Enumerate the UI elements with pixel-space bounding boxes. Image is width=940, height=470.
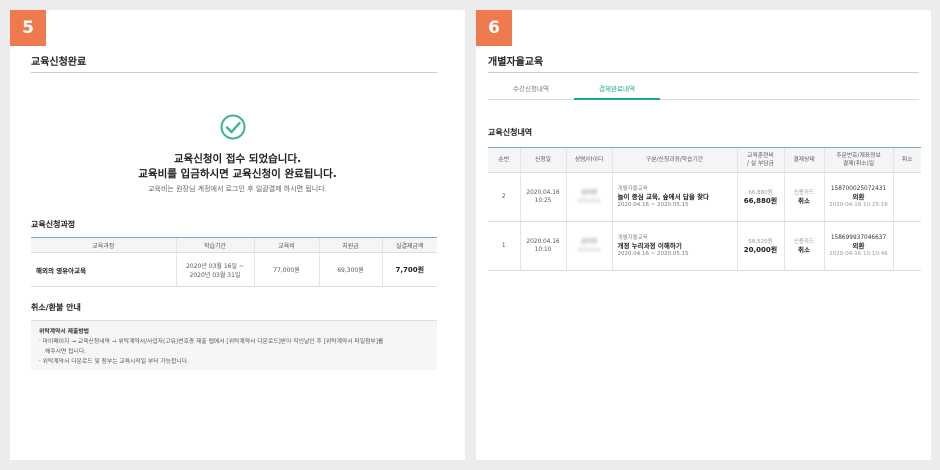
period-start: 2020년 03월 16일 ~ [186, 262, 244, 270]
fee-original: 66,880원 [748, 190, 773, 196]
col-actual: 실결제금액 [381, 237, 437, 253]
user-id-blurred: ahyoung [578, 247, 600, 253]
panel-self-learning: 6 개별자율교육 수강신청내역 결제완료내역 교육신청내역 순번 신청일 성명/… [476, 10, 931, 460]
cell-support: 69,300원 [318, 252, 382, 287]
user-name-blurred: 김아영 [581, 239, 597, 245]
col-fee-line1: 교육훈련비 [747, 153, 774, 159]
refund-line: · 위탁계약서 다운로드 및 첨부는 교육시작일 부터 가능합니다. [39, 359, 189, 365]
col-cancel: 취소 [892, 147, 921, 173]
applications-table: 순번 신청일 성명/아이디 구분/신청과정/학습기간 교육훈련비 / 실 부담금… [488, 147, 921, 271]
col-order: 주문번호/계좌정보 결제(취소)일 [823, 147, 893, 173]
payment-state: 취소 [798, 197, 810, 205]
page-title: 교육신청완료 [31, 57, 87, 68]
date-value: 2020.04.16 [526, 190, 560, 196]
course-name[interactable]: 놀이 중심 교육, 숲에서 답을 찾다 [618, 193, 737, 201]
application-table: 교육과정 학습기간 교육비 지원금 실결제금액 해외의 영유아교육 2020년 … [31, 237, 437, 287]
col-course: 구분/신청과정/학습기간 [611, 147, 737, 173]
period-end: 2020년 03월 31일 [189, 271, 241, 279]
cell-no: 1 [488, 221, 520, 271]
cell-cancel [892, 221, 921, 271]
table-row: 1 2020.04.16 10:10 김아영 ahyoung 개별자율교육 개정… [488, 221, 921, 271]
col-order-line1: 주문번호/계좌정보 [836, 153, 881, 159]
time-value: 10:25 [534, 198, 552, 204]
payment-method: 신용카드 [793, 239, 815, 245]
page-title: 개별자율교육 [488, 57, 544, 68]
cell-order: 158700025072431 외환 2020-04-16 10:25:18 [823, 172, 893, 222]
cell-course: 해외의 영유아교육 [31, 252, 176, 287]
payment-method: 신용카드 [793, 190, 815, 196]
cell-no: 2 [488, 172, 520, 222]
table-row: 2 2020.04.16 10:25 김아영 ahyoung 개별자율교육 놀이… [488, 172, 921, 222]
section-title-process: 교육신청과정 [31, 220, 76, 229]
cell-fee: 66,880원 66,880원 [736, 172, 784, 222]
course-period: 2020.04.16 ~ 2020.05.15 [617, 251, 689, 257]
payment-state: 취소 [798, 246, 810, 254]
refund-line: · 마이페이지 → 교육신청내역 → 위탁계약서/사업자(고유)번호증 제출 탭… [39, 339, 384, 345]
cell-course: 개별자율교육 놀이 중심 교육, 숲에서 답을 찾다 2020.04.16 ~ … [611, 172, 737, 222]
order-bank: 외환 [852, 193, 865, 201]
refund-heading: 위탁계약서 제출방법 [39, 329, 90, 335]
tab-bar: 수강신청내역 결제완료내역 [488, 83, 919, 100]
course-category: 개별자율교육 [617, 235, 648, 241]
cell-fee: 58,520원 20,000원 [736, 221, 784, 271]
col-fee: 교육비 [253, 237, 319, 253]
step-badge: 6 [476, 10, 512, 46]
order-time: 2020-04-16 10:10:46 [829, 251, 888, 257]
course-name[interactable]: 개정 누리과정 이해하기 [618, 242, 737, 250]
col-no: 순번 [488, 147, 520, 173]
order-bank: 외환 [852, 242, 865, 250]
table-header-row: 순번 신청일 성명/아이디 구분/신청과정/학습기간 교육훈련비 / 실 부담금… [488, 147, 921, 173]
cell-name: 김아영 ahyoung [565, 172, 612, 222]
col-status: 결제상태 [783, 147, 824, 173]
cell-period: 2020년 03월 16일 ~ 2020년 03월 31일 [175, 252, 254, 287]
col-support: 지원금 [318, 237, 382, 253]
order-time: 2020-04-16 10:25:18 [829, 202, 888, 208]
order-number: 158700025072431 [830, 186, 887, 192]
cell-cancel [892, 172, 921, 222]
cell-status: 신용카드 취소 [783, 172, 824, 222]
cell-order: 158699937046637 외환 2020-04-16 10:10:46 [823, 221, 893, 271]
panel-application-complete: 5 교육신청완료 교육신청이 접수 되었습니다. 교육비를 입금하시면 교육신청… [10, 10, 465, 460]
title-divider [488, 72, 919, 73]
title-divider [31, 72, 437, 73]
fee-paid: 20,000원 [743, 246, 778, 254]
cell-status: 신용카드 취소 [783, 221, 824, 271]
course-category: 개별자율교육 [617, 186, 648, 192]
tab-payment-complete[interactable]: 결제완료내역 [574, 83, 660, 100]
col-order-line2: 결제(취소)일 [842, 161, 875, 167]
col-date: 신청일 [519, 147, 566, 173]
table-row: 해외의 영유아교육 2020년 03월 16일 ~ 2020년 03월 31일 … [31, 252, 437, 287]
order-number: 158699937046637 [830, 235, 887, 241]
col-fee-line2: / 실 부담금 [747, 161, 774, 167]
cell-actual: 7,700원 [381, 252, 437, 287]
refund-info-box: 위탁계약서 제출방법 · 마이페이지 → 교육신청내역 → 위탁계약서/사업자(… [31, 320, 437, 370]
fee-original: 58,520원 [748, 239, 773, 245]
payment-note: 교육비는 원장님 계정에서 로그인 후 일괄결제 하시면 됩니다. [148, 185, 327, 193]
cell-course: 개별자율교육 개정 누리과정 이해하기 2020.04.16 ~ 2020.05… [611, 221, 737, 271]
step-badge: 5 [10, 10, 46, 46]
course-period: 2020.04.16 ~ 2020.05.15 [617, 202, 689, 208]
user-name-blurred: 김아영 [581, 190, 597, 196]
date-value: 2020.04.16 [526, 239, 560, 245]
col-name: 성명/아이디 [565, 147, 612, 173]
cell-date: 2020.04.16 10:10 [519, 221, 566, 271]
col-course: 교육과정 [31, 237, 176, 253]
col-fee: 교육훈련비 / 실 부담금 [736, 147, 784, 173]
cell-name: 김아영 ahyoung [565, 221, 612, 271]
tab-enrollment-history[interactable]: 수강신청내역 [488, 83, 574, 100]
complete-message-line2: 교육비를 입금하시면 교육신청이 완료됩니다. [138, 168, 337, 180]
fee-paid: 66,880원 [743, 197, 778, 205]
table-header-row: 교육과정 학습기간 교육비 지원금 실결제금액 [31, 237, 437, 253]
time-value: 10:10 [534, 247, 552, 253]
check-circle-icon [220, 114, 246, 140]
col-period: 학습기간 [175, 237, 254, 253]
refund-line: 해주시면 됩니다. [45, 349, 87, 355]
cell-date: 2020.04.16 10:25 [519, 172, 566, 222]
cell-fee: 77,000원 [253, 252, 319, 287]
complete-message-line1: 교육신청이 접수 되었습니다. [173, 153, 302, 165]
user-id-blurred: ahyoung [578, 198, 600, 204]
section-title-applications: 교육신청내역 [488, 128, 533, 137]
section-title-refund: 취소/환불 안내 [31, 303, 81, 312]
